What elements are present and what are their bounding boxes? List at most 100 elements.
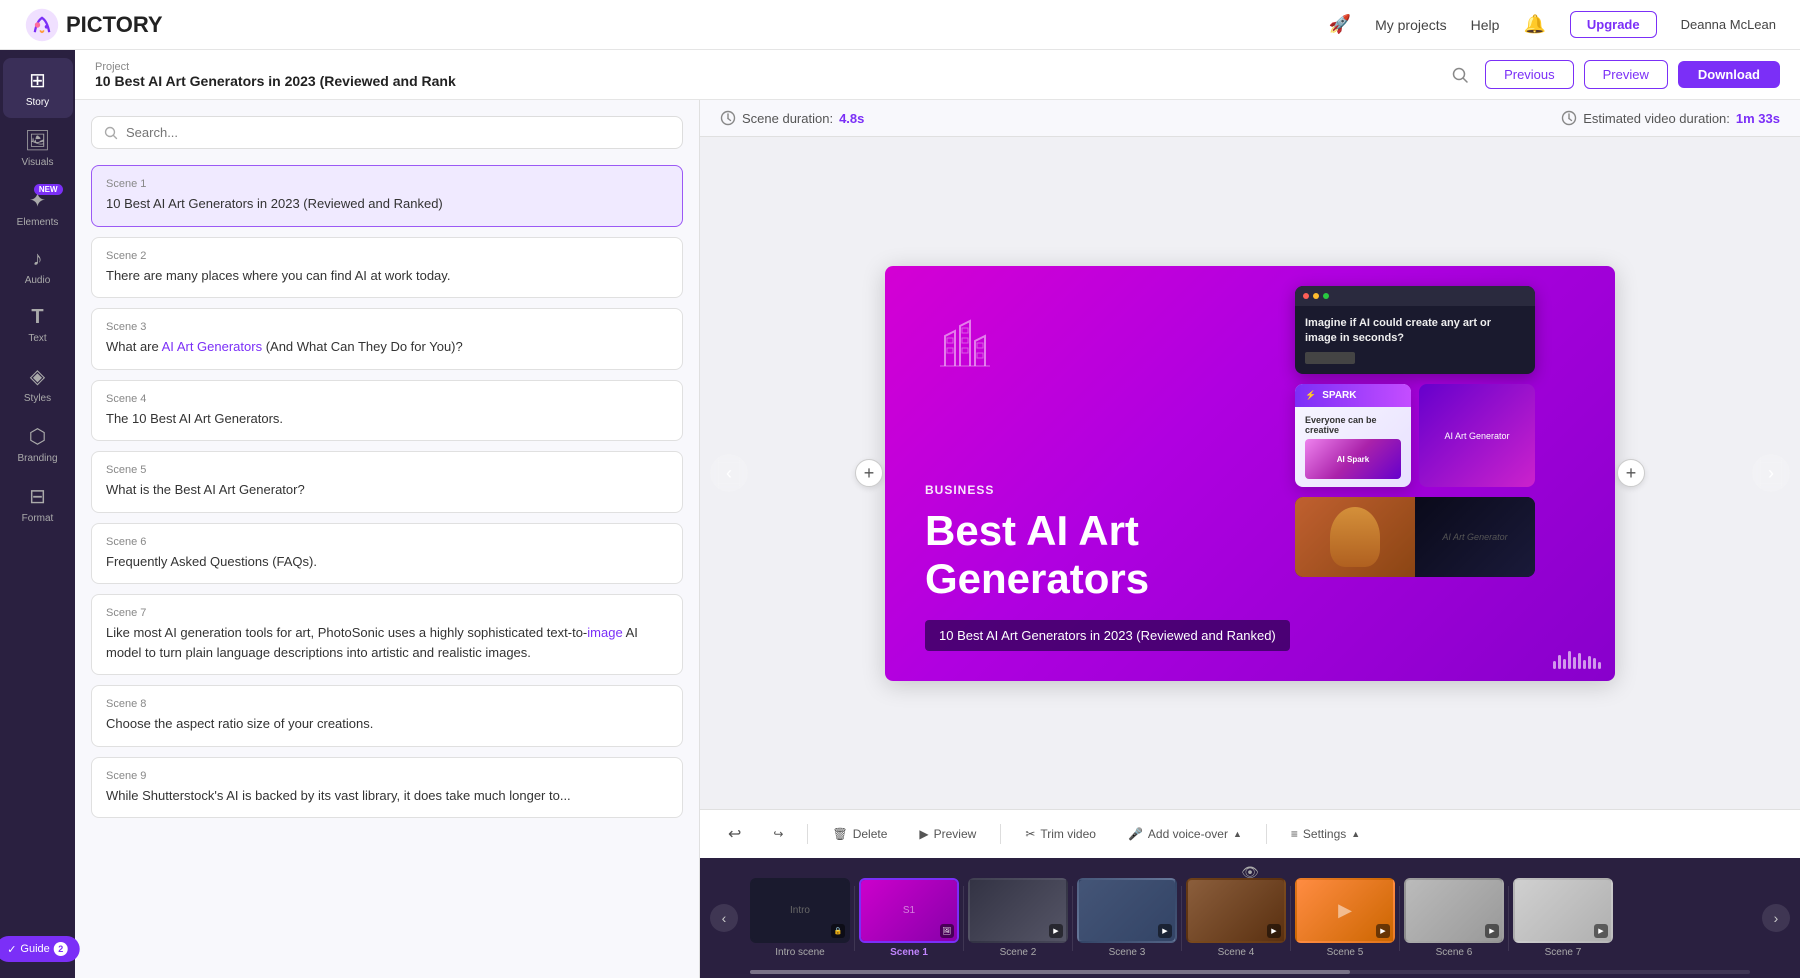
add-right-button[interactable]: + [1617,459,1645,487]
prev-scene-button[interactable]: ‹ [710,454,748,492]
thumb-icon-3: ▶ [1158,924,1172,938]
timeline-thumb-intro: Intro 🔒 [750,878,850,943]
timeline-scene-3[interactable]: ▶ Scene 3 [1077,878,1177,958]
clock-icon [720,110,736,126]
next-scene-button[interactable]: › [1752,454,1790,492]
scene-card-9[interactable]: Scene 9 While Shutterstock's AI is backe… [91,757,683,819]
download-button[interactable]: Download [1678,61,1780,88]
settings-button[interactable]: ≡ Settings ▲ [1283,823,1368,845]
trim-button[interactable]: ✂ Trim video [1017,823,1104,845]
toolbar-preview-button[interactable]: ▶ Preview [911,823,984,845]
scene-number-8: Scene 8 [106,698,668,710]
audio-wave [1553,649,1601,669]
sidebar-label-visuals: Visuals [21,157,53,168]
scene-card-6[interactable]: Scene 6 Frequently Asked Questions (FAQs… [91,523,683,585]
duration-right: Estimated video duration: 1m 33s [1561,110,1780,126]
scene-text-5: What is the Best AI Art Generator? [106,480,668,500]
timeline-scene-6[interactable]: ▶ Scene 6 [1404,878,1504,958]
sidebar-item-visuals[interactable]: 🖼 Visuals [3,118,73,178]
scene-card-7[interactable]: Scene 7 Like most AI generation tools fo… [91,594,683,675]
sidebar-item-branding[interactable]: ⬡ Branding [3,414,73,474]
play-icon: ▶ [919,827,928,841]
timeline-thumb-1: S1 🖼 [859,878,959,943]
scene-number-3: Scene 3 [106,321,668,333]
project-label: Project [95,61,1429,73]
thumb-icon-5: ▶ [1376,924,1390,938]
delete-button[interactable]: 🗑 Delete [824,823,895,845]
nav-center: 🚀 My projects Help 🔔 Upgrade Deanna McLe… [1329,11,1776,38]
timeline-scene-7[interactable]: ▶ Scene 7 [1513,878,1613,958]
sidebar-item-styles[interactable]: ◈ Styles [3,354,73,414]
scene-card-4[interactable]: Scene 4 The 10 Best AI Art Generators. [91,380,683,442]
timeline-scene-5[interactable]: ▶ ▶ Scene 5 [1295,878,1395,958]
timeline-scene-intro[interactable]: Intro 🔒 Intro scene [750,878,850,958]
thumb-icons-4: ▶ [1267,924,1281,938]
upgrade-button[interactable]: Upgrade [1570,11,1657,38]
logo-text: PICTORY [66,12,163,38]
scene-text-8: Choose the aspect ratio size of your cre… [106,714,668,734]
audio-bar-4 [1568,651,1571,669]
timeline-scrollbar[interactable] [750,970,1750,974]
timeline-label-1: Scene 1 [890,947,928,958]
undo-button[interactable]: ↩ [720,820,749,848]
voiceover-button[interactable]: 🎤 Add voice-over ▲ [1120,823,1250,845]
timeline-thumb-2: ▶ [968,878,1068,943]
duration-left: Scene duration: 4.8s [720,110,864,126]
timeline: 👁 ‹ › Intro 🔒 Intro scene [700,858,1800,978]
scene-number-1: Scene 1 [106,178,668,190]
help-link[interactable]: Help [1471,17,1500,33]
video-title: Best AI Art Generators [925,507,1575,604]
scene-card-1[interactable]: Scene 1 10 Best AI Art Generators in 202… [91,165,683,227]
thumb-icons-2: ▶ [1049,924,1063,938]
timeline-thumb-6: ▶ [1404,878,1504,943]
scene1-thumb-label: S1 [903,905,915,916]
sidebar-item-text[interactable]: T Text [3,296,73,354]
timeline-separator-4 [1290,886,1291,951]
sidebar-item-format[interactable]: ⊟ Format [3,474,73,534]
guide-button[interactable]: ✓ Guide 2 [0,936,80,962]
sidebar-item-story[interactable]: ⊞ Story [3,58,73,118]
my-projects-link[interactable]: My projects [1375,17,1447,33]
timeline-scrollbar-thumb [750,970,1350,974]
visuals-icon: 🖼 [25,128,50,153]
sidebar-item-audio[interactable]: ♪ Audio [3,238,73,296]
scene-card-2[interactable]: Scene 2 There are many places where you … [91,237,683,299]
rocket-icon[interactable]: 🚀 [1329,14,1351,35]
scene-card-3[interactable]: Scene 3 What are AI Art Generators (And … [91,308,683,370]
bell-icon[interactable]: 🔔 [1523,14,1545,35]
scene-card-5[interactable]: Scene 5 What is the Best AI Art Generato… [91,451,683,513]
timeline-scroll-right-button[interactable]: › [1762,904,1790,932]
video-title-line2: Generators [925,555,1149,602]
timeline-scene-2[interactable]: ▶ Scene 2 [968,878,1068,958]
timeline-label-3: Scene 3 [1109,947,1146,958]
story-panel: Scene 1 10 Best AI Art Generators in 202… [75,100,700,978]
thumb-icons-5: ▶ [1376,924,1390,938]
timeline-scene-1[interactable]: S1 🖼 Scene 1 [859,878,959,958]
duration-bar: Scene duration: 4.8s Estimated video dur… [700,100,1800,137]
sidebar-item-elements[interactable]: NEW ✦ Elements [3,178,73,238]
timeline-label-7: Scene 7 [1545,947,1582,958]
voiceover-label: Add voice-over [1148,827,1228,841]
video-title-line1: Best AI Art [925,507,1139,554]
toolbar-separator-1 [807,824,808,844]
video-preview: Imagine if AI could create any art or im… [885,266,1615,681]
timeline-scene-4[interactable]: ▶ Scene 4 [1186,878,1286,958]
thumb-icon-img: 🖼 [940,924,954,938]
redo-button[interactable]: ↪ [765,823,791,845]
scene-text-3: What are AI Art Generators (And What Can… [106,337,668,357]
audio-bar-6 [1578,653,1581,669]
sidebar-label-elements: Elements [17,217,59,228]
project-header: Project 10 Best AI Art Generators in 202… [75,50,1800,100]
add-left-button[interactable]: + [855,459,883,487]
previous-button[interactable]: Previous [1485,60,1574,89]
settings-label: Settings [1303,827,1346,841]
timeline-separator-2 [1072,886,1073,951]
video-left: BUSINESS Best AI Art Generators 10 Best … [925,483,1575,651]
search-icon[interactable] [1445,60,1475,90]
logo[interactable]: PICTORY [24,7,163,43]
scene-card-8[interactable]: Scene 8 Choose the aspect ratio size of … [91,685,683,747]
intro-thumb-text: Intro [790,905,810,916]
preview-button[interactable]: Preview [1584,60,1668,89]
search-input[interactable] [126,125,670,140]
timeline-scroll-left-button[interactable]: ‹ [710,904,738,932]
